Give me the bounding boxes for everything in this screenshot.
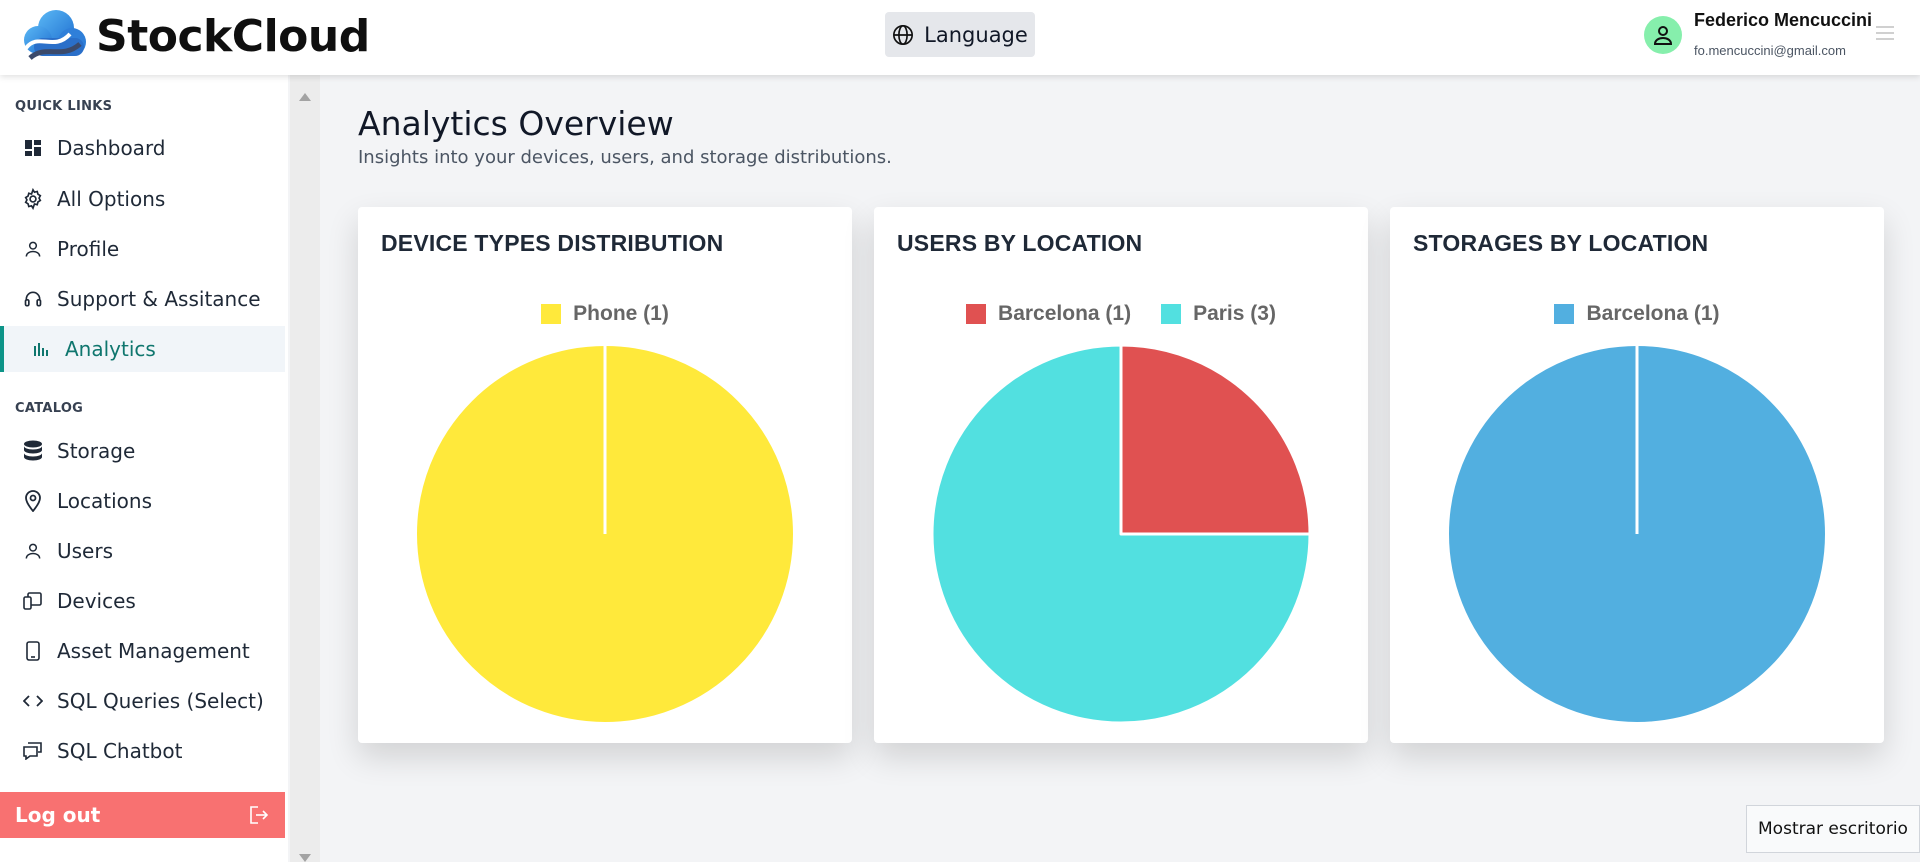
sidebar-item-label: Support & Assitance [57, 287, 261, 311]
sidebar-item-label: Users [57, 539, 114, 563]
user-profile[interactable]: Federico Mencuccini fo.mencuccini@gmail.… [1644, 10, 1872, 58]
language-label: Language [924, 22, 1028, 47]
user-icon [22, 540, 44, 562]
hamburger-menu-icon[interactable] [1876, 26, 1894, 40]
devices-icon [22, 590, 44, 612]
user-icon [22, 238, 44, 260]
map-pin-icon [22, 490, 44, 512]
legend-swatch [966, 304, 987, 324]
sidebar-item-profile[interactable]: Profile [0, 226, 285, 272]
logout-button[interactable]: Log out [0, 792, 285, 838]
chart-legend: Barcelona (1) Paris (3) [874, 302, 1368, 326]
dashboard-icon [22, 137, 44, 159]
legend-label: Barcelona (1) [998, 302, 1132, 325]
logout-label: Log out [15, 803, 101, 827]
globe-icon [893, 24, 914, 45]
chart-title: DEVICE TYPES DISTRIBUTION [381, 230, 724, 256]
code-icon [22, 690, 44, 712]
brand[interactable]: StockCloud [20, 8, 370, 64]
sidebar-item-label: Analytics [65, 337, 156, 361]
chart-card-storages-by-location: STORAGES BY LOCATION Barcelona (1) [1390, 207, 1884, 743]
sidebar-item-label: Asset Management [57, 639, 250, 663]
user-email: fo.mencuccini@gmail.com [1694, 43, 1846, 58]
tablet-icon [22, 640, 44, 662]
bar-chart-icon [30, 338, 52, 360]
cloud-logo-icon [24, 10, 86, 61]
chart-card-device-types: DEVICE TYPES DISTRIBUTION Phone (1) [358, 207, 852, 743]
avatar[interactable] [1644, 16, 1682, 54]
sidebar-item-devices[interactable]: Devices [0, 578, 285, 624]
sidebar-item-label: SQL Queries (Select) [57, 689, 264, 713]
chart-title: STORAGES BY LOCATION [1413, 230, 1709, 256]
legend-item[interactable]: Phone (1) [541, 302, 669, 326]
database-icon [22, 440, 44, 462]
page-subtitle: Insights into your devices, users, and s… [358, 147, 892, 168]
chart-title: USERS BY LOCATION [897, 230, 1143, 256]
sidebar-item-dashboard[interactable]: Dashboard [0, 125, 285, 171]
scroll-up-arrow-icon[interactable] [299, 93, 311, 101]
language-button[interactable]: Language [885, 12, 1035, 57]
page-title: Analytics Overview [358, 104, 674, 143]
quick-links-heading: QUICK LINKS [15, 99, 113, 114]
legend-swatch [541, 304, 562, 324]
chat-icon [22, 740, 44, 762]
chart-card-users-by-location: USERS BY LOCATION Barcelona (1) Paris (3) [874, 207, 1368, 743]
gear-icon [22, 188, 44, 210]
sidebar-item-analytics[interactable]: Analytics [0, 326, 285, 372]
top-header: StockCloud Language Federico Mencuccini … [0, 0, 1920, 75]
sidebar-item-asset-management[interactable]: Asset Management [0, 628, 285, 674]
legend-item[interactable]: Paris (3) [1161, 302, 1276, 326]
chart-legend: Phone (1) [358, 302, 852, 326]
pie-chart [930, 343, 1312, 725]
legend-swatch [1161, 304, 1182, 324]
sidebar-item-label: Storage [57, 439, 136, 463]
logout-icon [250, 806, 269, 824]
user-avatar-icon [1653, 26, 1673, 45]
sidebar-item-sql-queries[interactable]: SQL Queries (Select) [0, 678, 285, 724]
pie-slice[interactable] [1119, 343, 1312, 536]
legend-label: Paris (3) [1193, 302, 1276, 325]
pie-chart [1447, 344, 1827, 724]
headset-icon [22, 288, 44, 310]
chart-legend: Barcelona (1) [1390, 302, 1884, 326]
sidebar-item-users[interactable]: Users [0, 528, 285, 574]
sidebar-item-label: Profile [57, 237, 120, 261]
sidebar-item-label: SQL Chatbot [57, 739, 183, 763]
sidebar-item-locations[interactable]: Locations [0, 478, 285, 524]
user-name: Federico Mencuccini [1694, 10, 1873, 30]
sidebar-item-label: Devices [57, 589, 136, 613]
sidebar-item-support[interactable]: Support & Assitance [0, 276, 285, 322]
sidebar-item-label: All Options [57, 187, 166, 211]
legend-swatch [1554, 304, 1575, 324]
legend-item[interactable]: Barcelona (1) [1554, 302, 1720, 326]
sidebar-item-all-options[interactable]: All Options [0, 176, 285, 222]
sidebar: QUICK LINKS Dashboard All Options Profil… [0, 75, 288, 862]
scroll-down-arrow-icon[interactable] [299, 854, 311, 862]
legend-label: Phone (1) [573, 302, 669, 325]
sidebar-scrollbar[interactable] [290, 75, 320, 862]
brand-name: StockCloud [96, 10, 370, 62]
catalog-heading: CATALOG [15, 401, 84, 416]
sidebar-item-label: Dashboard [57, 136, 166, 160]
sidebar-item-label: Locations [57, 489, 153, 513]
legend-item[interactable]: Barcelona (1) [966, 302, 1131, 326]
show-desktop-button[interactable]: Mostrar escritorio [1746, 805, 1920, 853]
sidebar-item-storage[interactable]: Storage [0, 428, 285, 474]
sidebar-item-sql-chatbot[interactable]: SQL Chatbot [0, 728, 285, 774]
legend-label: Barcelona (1) [1586, 302, 1720, 325]
pie-chart [415, 344, 795, 724]
